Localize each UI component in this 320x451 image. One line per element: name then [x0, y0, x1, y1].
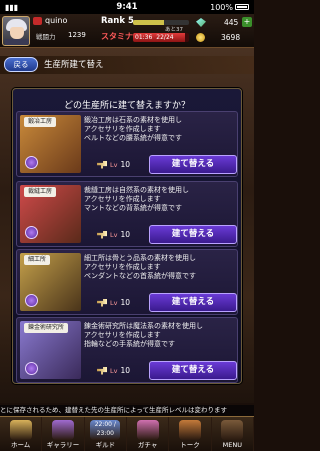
description-line: アクセサリを作成します	[84, 263, 161, 271]
player-header: quino 戦闘力 1239 Rank 5 あと37 スタミナ 01:36 22/…	[0, 14, 254, 48]
nav-icon	[136, 420, 159, 440]
hammer-icon	[97, 230, 107, 239]
nav-item[interactable]: ギャラリー	[42, 417, 85, 451]
coin-counter: 3698	[196, 32, 252, 43]
description-line: アクセサリを作成します	[84, 125, 161, 133]
status-bar: ▮▮▮ 9:41 100%	[0, 0, 254, 14]
description-line: アクセサリを作成します	[84, 195, 161, 203]
stamina-timer: 01:36	[135, 34, 153, 41]
nav-item[interactable]: MENU	[212, 417, 254, 451]
add-gems-button[interactable]: +	[242, 17, 252, 27]
bottom-navbar: ホーム ギャラリー 22:00 / 23:00 ギルド ガチャ トーク MENU	[0, 416, 254, 451]
dialog-title: どの生産所に建て替えますか？	[63, 101, 190, 111]
rebuild-button[interactable]: 建て替える	[149, 225, 237, 244]
workshop-badge-icon	[25, 156, 38, 169]
cost-value: 10	[120, 230, 131, 239]
gem-value: 445	[224, 18, 239, 27]
description-line: 細工所は骨とう品系の素材を使用し	[84, 254, 196, 262]
avatar[interactable]	[2, 16, 30, 46]
lv-label: Lv	[110, 366, 118, 375]
workshop-image: 鍛冶工房	[20, 115, 81, 173]
player-name: quino	[45, 16, 68, 25]
nav-label: ギルド	[95, 441, 116, 449]
description-line: 裁縫工房は自然系の素材を使用し	[84, 186, 189, 194]
workshop-name: 細工所	[24, 255, 51, 265]
nav-icon	[221, 420, 244, 440]
nav-label: ガチャ	[137, 441, 158, 449]
description-line: マントなどの背系統が得意です	[84, 204, 182, 212]
gem-counter: 445 +	[196, 17, 252, 28]
workshop-description: 裁縫工房は自然系の素材を使用し アクセサリを作成します マントなどの背系統が得意です	[84, 186, 236, 213]
description-line: 鍛冶工房は石系の素材を使用し	[84, 116, 182, 124]
flag-icon	[33, 17, 42, 25]
lv-label: Lv	[110, 230, 118, 239]
workshop-description: 錬金術研究所は魔法系の素材を使用し アクセサリを作成します 指輪などの手系統が得意で…	[84, 322, 236, 349]
nav-label: ギャラリー	[46, 441, 80, 449]
coin-value: 3698	[221, 33, 241, 42]
workshop-image: 細工所	[20, 253, 81, 311]
nav-label: ホーム	[11, 441, 31, 449]
workshop-card: 細工所 細工所は骨とう品系の素材を使用し アクセサリを作成します ペンダントなどの首…	[16, 249, 238, 315]
coin-icon	[196, 33, 205, 42]
nav-item[interactable]: ホーム	[0, 417, 43, 451]
description-line: 指輪などの手系統が得意です	[84, 340, 175, 348]
title-bar	[0, 56, 254, 74]
workshop-image: 錬金術研究所	[20, 321, 81, 379]
rebuild-cost: Lv 10	[97, 298, 130, 307]
nav-icon	[51, 420, 74, 440]
lv-label: Lv	[110, 160, 118, 169]
battery-icon	[235, 4, 249, 10]
footer-note: とに保存されるため、建替えた先の生産所によって生産所レベルは変わります	[0, 405, 254, 416]
rebuild-button[interactable]: 建て替える	[149, 293, 237, 312]
stamina-label: スタミナ	[101, 32, 133, 41]
lv-label: Lv	[110, 298, 118, 307]
rank-stamina-panel: Rank 5 あと37 スタミナ 01:36 22/24	[99, 16, 191, 46]
stamina-value: 22/24	[156, 34, 174, 41]
description-line: ベルトなどの腰系統が得意です	[84, 134, 182, 142]
rank-label: Rank 5	[101, 16, 134, 26]
rebuild-button[interactable]: 建て替える	[149, 361, 237, 380]
workshop-name: 裁縫工房	[24, 187, 57, 197]
workshop-badge-icon	[25, 294, 38, 307]
workshop-description: 鍛冶工房は石系の素材を使用し アクセサリを作成します ベルトなどの腰系統が得意です	[84, 116, 236, 143]
nav-item[interactable]: ガチャ	[127, 417, 170, 451]
nav-label: トーク	[180, 441, 200, 449]
back-button[interactable]: 戻る	[4, 57, 38, 72]
workshop-name: 錬金術研究所	[24, 323, 69, 333]
nav-item[interactable]: 22:00 / 23:00 ギルド	[85, 417, 127, 451]
power-value: 1239	[68, 31, 86, 39]
workshop-name: 鍛冶工房	[24, 117, 57, 127]
rank-next: あと37	[165, 27, 183, 33]
description-line: ペンダントなどの首系統が得意です	[84, 272, 196, 280]
workshop-card: 裁縫工房 裁縫工房は自然系の素材を使用し アクセサリを作成します マントなどの背系統…	[16, 181, 238, 247]
nav-label: MENU	[222, 441, 242, 449]
cost-value: 10	[120, 298, 131, 307]
workshop-description: 細工所は骨とう品系の素材を使用し アクセサリを作成します ペンダントなどの首系統が得…	[84, 254, 236, 281]
workshop-badge-icon	[25, 226, 38, 239]
hammer-icon	[97, 298, 107, 307]
cost-value: 10	[120, 366, 131, 375]
workshop-image: 裁縫工房	[20, 185, 81, 243]
workshop-card: 錬金術研究所 錬金術研究所は魔法系の素材を使用し アクセサリを作成します 指輪などの…	[16, 317, 238, 383]
hammer-icon	[97, 160, 107, 169]
nav-icon	[9, 420, 32, 440]
nav-item[interactable]: トーク	[169, 417, 212, 451]
hammer-icon	[97, 366, 107, 375]
status-time: 9:41	[116, 2, 138, 12]
page-title: 生産所建て替え	[44, 60, 104, 70]
gem-icon	[196, 18, 206, 27]
rebuild-cost: Lv 10	[97, 160, 130, 169]
rebuild-cost: Lv 10	[97, 230, 130, 239]
power-label: 戦闘力	[36, 33, 56, 41]
rebuild-cost: Lv 10	[97, 366, 130, 375]
description-line: アクセサリを作成します	[84, 331, 161, 339]
nav-icon: 22:00 / 23:00	[90, 420, 121, 440]
description-line: 錬金術研究所は魔法系の素材を使用し	[84, 322, 203, 330]
nav-icon	[178, 420, 201, 440]
workshop-badge-icon	[25, 362, 38, 375]
rebuild-button[interactable]: 建て替える	[149, 155, 237, 174]
workshop-card: 鍛冶工房 鍛冶工房は石系の素材を使用し アクセサリを作成します ベルトなどの腰系統が…	[16, 111, 238, 177]
cost-value: 10	[120, 160, 131, 169]
